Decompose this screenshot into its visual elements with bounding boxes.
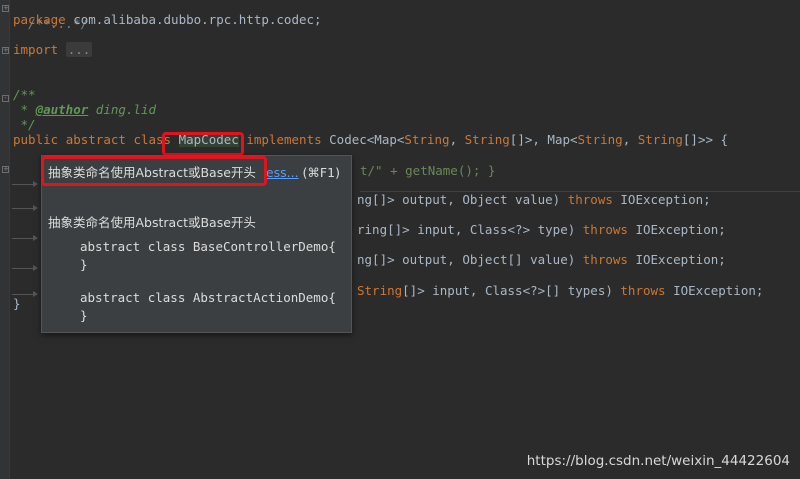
string-type: String bbox=[637, 132, 683, 147]
doc-author-name: ding.lid bbox=[88, 102, 156, 117]
override-arrow-icon[interactable] bbox=[12, 181, 38, 187]
doc-author-tag: @author bbox=[35, 102, 89, 117]
package-keyword: package bbox=[13, 12, 66, 27]
example-code-line: abstract class AbstractActionDemo{ bbox=[80, 290, 336, 305]
code-line-closing-brace: } bbox=[13, 295, 21, 313]
throws-keyword: throws bbox=[567, 192, 613, 207]
throws-keyword: throws bbox=[620, 283, 666, 298]
folded-imports[interactable]: ... bbox=[65, 42, 93, 57]
public-keyword: public bbox=[13, 132, 59, 147]
watermark: https://blog.csdn.net/weixin_44422604 bbox=[526, 453, 790, 469]
decl-end: []>> { bbox=[682, 132, 729, 147]
doc-comment-star: * bbox=[13, 102, 36, 117]
doc-comment-open: /** bbox=[13, 87, 36, 102]
code-line-method-3: ng[]> output, Object[] value) throws IOE… bbox=[357, 251, 726, 269]
code-line-method-4: String[]> input, Class<?>[] types) throw… bbox=[357, 282, 763, 300]
string-type: String bbox=[577, 132, 623, 147]
override-arrow-icon[interactable] bbox=[12, 235, 38, 241]
code-line-import: import ... bbox=[13, 41, 93, 59]
code-line-method-1: ng[]> output, Object value) throws IOExc… bbox=[357, 191, 711, 209]
code-line-package: package com.alibaba.dubbo.rpc.http.codec… bbox=[13, 11, 322, 29]
gutter-divider bbox=[9, 0, 10, 479]
fold-toggle-icon[interactable]: - bbox=[2, 95, 9, 102]
abstract-keyword: abstract bbox=[65, 132, 126, 147]
rule-description: 抽象类命名使用Abstract或Base开头 bbox=[48, 215, 256, 230]
throws-keyword: throws bbox=[582, 222, 628, 237]
folded-method-body[interactable]: t/" + getName(); } bbox=[360, 163, 495, 178]
code-line-class-declaration: public abstract class MapCodec implement… bbox=[13, 131, 728, 149]
method-signature: []> input, Class<?>[] types) bbox=[402, 283, 621, 298]
implements-keyword: implements bbox=[246, 132, 322, 147]
code-line-folded-body: t/" + getName(); } bbox=[360, 162, 495, 180]
method-signature: ng[]> output, Object[] value) bbox=[357, 252, 583, 267]
fold-toggle-icon[interactable]: + bbox=[2, 166, 9, 173]
import-keyword: import bbox=[13, 42, 59, 57]
method-signature: ng[]> output, Object value) bbox=[357, 192, 568, 207]
override-arrow-icon[interactable] bbox=[12, 205, 38, 211]
example-code-line: } bbox=[80, 308, 88, 323]
string-type: String bbox=[357, 283, 403, 298]
fold-toggle-icon[interactable]: + bbox=[2, 47, 9, 54]
exception-type: IOException; bbox=[665, 283, 764, 298]
decl-separator: , bbox=[449, 132, 465, 147]
override-arrow-icon[interactable] bbox=[12, 265, 38, 271]
example-code-line: abstract class BaseControllerDemo{ bbox=[80, 239, 336, 254]
doc-comment-close: */ bbox=[13, 117, 36, 132]
highlight-box-class-name bbox=[162, 132, 244, 156]
string-type: String bbox=[464, 132, 510, 147]
shortcut-hint: (⌘F1) bbox=[302, 165, 340, 180]
package-name: com.alibaba.dubbo.rpc.http.codec; bbox=[73, 12, 322, 27]
more-link[interactable]: ess... bbox=[266, 165, 299, 180]
example-code-line: } bbox=[80, 257, 88, 272]
codec-type: Codec<Map< bbox=[329, 132, 405, 147]
method-signature: ring[]> input, Class<?> type) bbox=[357, 222, 583, 237]
fold-toggle-icon[interactable]: + bbox=[2, 5, 9, 12]
highlight-box-rule-title bbox=[41, 156, 267, 186]
decl-separator: , bbox=[622, 132, 638, 147]
exception-type: IOException; bbox=[627, 252, 726, 267]
string-type: String bbox=[404, 132, 450, 147]
decl-map-type: []>, Map< bbox=[509, 132, 578, 147]
exception-type: IOException; bbox=[627, 222, 726, 237]
code-line-method-2: ring[]> input, Class<?> type) throws IOE… bbox=[357, 221, 726, 239]
closing-brace: } bbox=[13, 296, 21, 311]
throws-keyword: throws bbox=[582, 252, 628, 267]
exception-type: IOException; bbox=[612, 192, 711, 207]
